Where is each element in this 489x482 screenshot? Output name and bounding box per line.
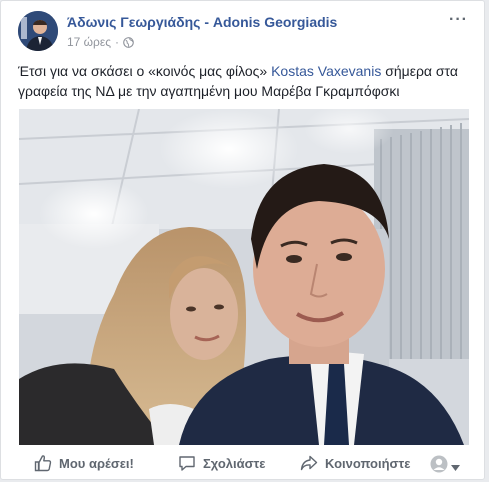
chevron-down-icon (451, 458, 460, 476)
globe-icon[interactable] (123, 36, 134, 48)
share-icon (300, 454, 318, 472)
comment-button[interactable]: Σχολιάστε (178, 454, 265, 472)
like-button[interactable]: Μου αρέσει! (34, 454, 134, 472)
post-as-selector[interactable] (430, 455, 460, 478)
share-button[interactable]: Κοινοποιήστε (300, 454, 410, 472)
tagged-profile-link[interactable]: Kostas Vaxevanis (271, 63, 381, 79)
post-actions-bar: Μου αρέσει! Σχολιάστε Κοινοποιήστε (1, 448, 484, 481)
post-text-before: Έτσι για να σκάσει ο «κοινός μας φίλος» (18, 63, 272, 79)
share-label: Κοινοποιήστε (325, 455, 411, 471)
comment-label: Σχολιάστε (203, 455, 266, 471)
post-timestamp[interactable]: 17 ώρες (67, 35, 111, 49)
meta-separator: · (115, 35, 120, 49)
post-photo[interactable] (19, 109, 469, 445)
thumbs-up-icon (34, 454, 52, 472)
post-options-button[interactable]: ··· (449, 11, 468, 29)
author-name[interactable]: Άδωνις Γεωργιάδης - Adonis Georgiadis (67, 14, 337, 30)
post-card: Άδωνις Γεωργιάδης - Adonis Georgiadis 17… (0, 0, 485, 480)
profile-silhouette-icon (430, 455, 448, 478)
post-text: Έτσι για να σκάσει ο «κοινός μας φίλος» … (18, 61, 473, 101)
like-label: Μου αρέσει! (59, 455, 134, 471)
author-avatar[interactable] (18, 11, 58, 51)
post-meta: 17 ώρες · (67, 35, 134, 49)
comment-icon (178, 454, 196, 472)
